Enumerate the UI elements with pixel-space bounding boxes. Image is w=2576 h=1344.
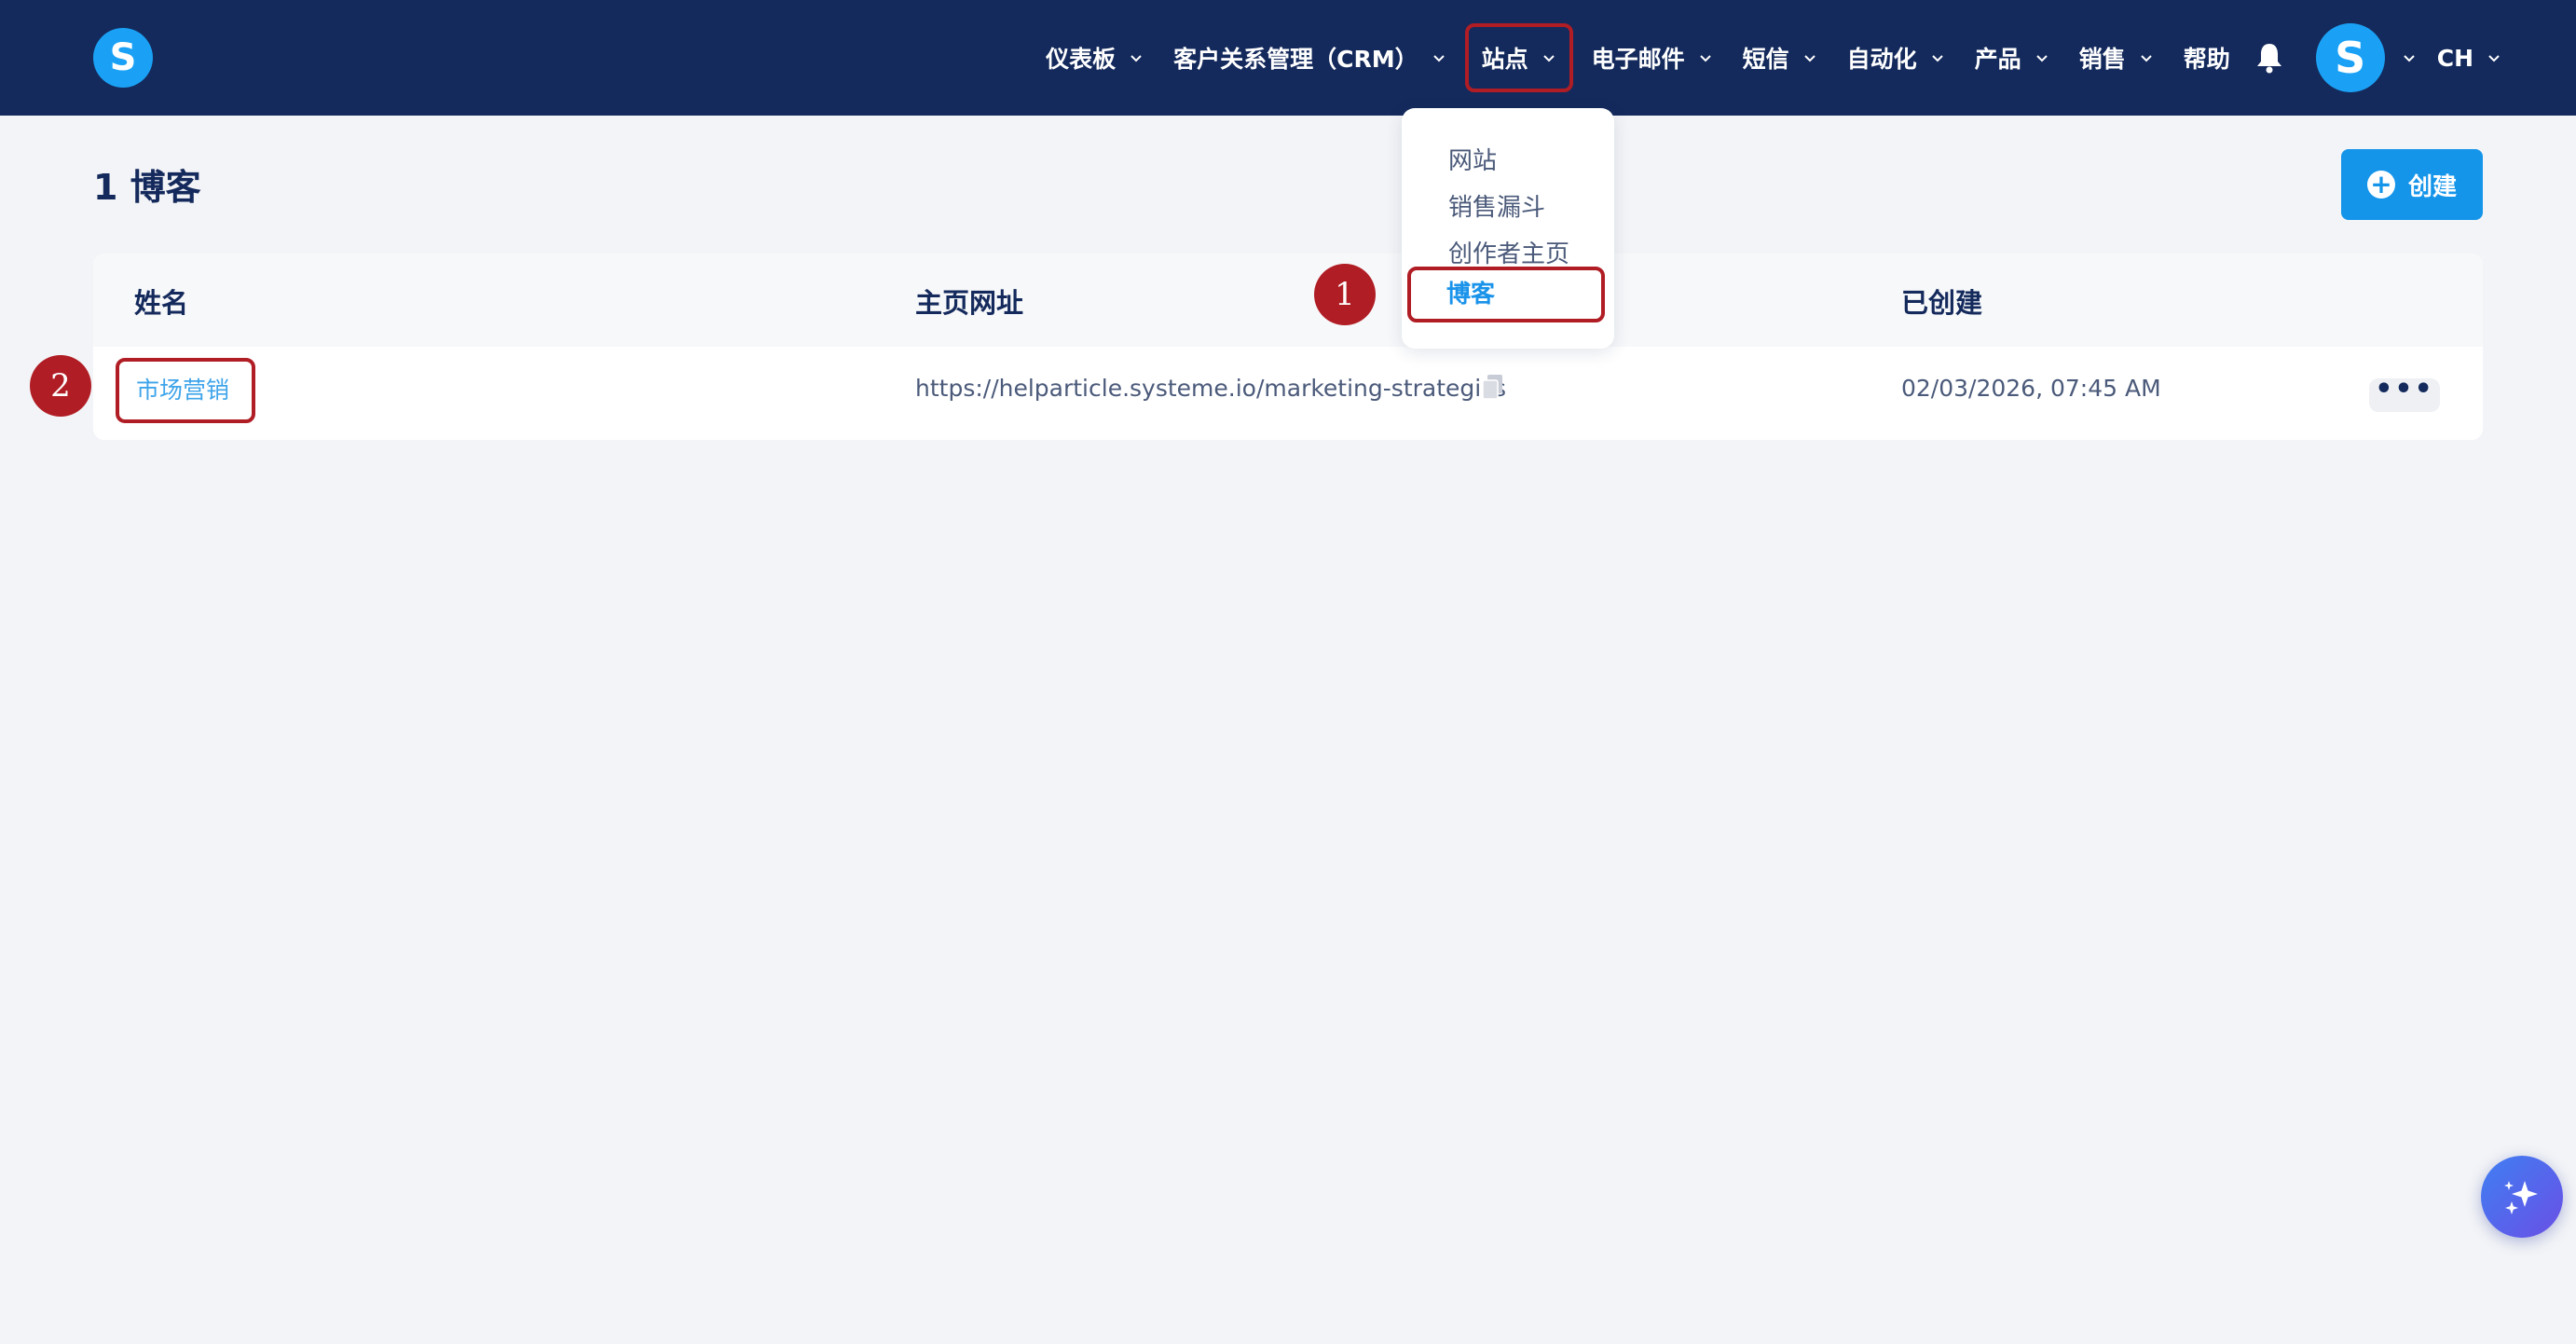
nav-label: 站点 xyxy=(1481,46,1528,73)
nav-label: 客户关系管理（CRM） xyxy=(1173,46,1418,73)
chevron-down-icon xyxy=(2035,55,2048,62)
language-selector[interactable]: CH xyxy=(2437,45,2501,72)
plus-circle-icon: + xyxy=(2366,171,2395,199)
nav-label: 自动化 xyxy=(1846,46,1917,73)
chevron-down-icon xyxy=(2488,55,2500,62)
nav-item-products[interactable]: 产品 xyxy=(1960,0,2064,116)
column-header-created: 已创建 xyxy=(1901,287,1983,319)
dropdown-item-funnels[interactable]: 销售漏斗 xyxy=(1448,188,1545,223)
chevron-down-icon xyxy=(1803,55,1816,62)
nav-label: 销售 xyxy=(2078,46,2126,73)
nav-item-crm[interactable]: 客户关系管理（CRM） xyxy=(1158,0,1460,116)
dropdown-item-websites[interactable]: 网站 xyxy=(1448,142,1497,176)
nav-item-email[interactable]: 电子邮件 xyxy=(1577,0,1728,116)
row-more-button[interactable]: ••• xyxy=(2369,376,2440,412)
sparkle-icon xyxy=(2504,1181,2538,1214)
create-button[interactable]: + 创建 xyxy=(2341,149,2483,220)
nav-item-help[interactable]: 帮助 xyxy=(2169,0,2245,116)
create-label: 创建 xyxy=(2407,172,2457,201)
table-header: 姓名 主页网址 已创建 xyxy=(93,254,2483,347)
table-row: 市场营销 https://helparticle.systeme.io/mark… xyxy=(93,347,2483,440)
annotation-marker-1: 1 xyxy=(1314,264,1376,325)
chevron-down-icon xyxy=(1542,55,1555,62)
blog-url: https://helparticle.systeme.io/marketing… xyxy=(915,375,1506,402)
nav-label: 帮助 xyxy=(2183,46,2230,73)
bell-icon[interactable] xyxy=(2254,41,2284,75)
chevron-down-icon[interactable] xyxy=(2402,50,2417,65)
dropdown-item-creator-homepage[interactable]: 创作者主页 xyxy=(1448,235,1569,269)
ai-assistant-button[interactable] xyxy=(2481,1156,2563,1238)
nav-label: 仪表板 xyxy=(1046,46,1117,73)
nav-item-sales[interactable]: 销售 xyxy=(2064,0,2169,116)
nav-item-dashboard[interactable]: 仪表板 xyxy=(1031,0,1158,116)
annotation-marker-2: 2 xyxy=(30,355,91,417)
language-label: CH xyxy=(2436,44,2473,72)
dropdown-item-blogs[interactable]: 博客 xyxy=(1407,267,1605,322)
nav-item-sites[interactable]: 站点 xyxy=(1464,23,1573,92)
nav-item-sms[interactable]: 短信 xyxy=(1728,0,1832,116)
main-nav: 仪表板 客户关系管理（CRM） 站点 电子邮件 短信 自动化 产品 销售 帮助 … xyxy=(1031,0,2501,116)
nav-label: 产品 xyxy=(1974,46,2021,73)
chevron-down-icon xyxy=(2140,55,2152,62)
top-navigation-bar: S 仪表板 客户关系管理（CRM） 站点 电子邮件 短信 自动化 产品 销售 帮… xyxy=(0,0,2576,116)
page-title: 1 博客 xyxy=(93,167,201,208)
chevron-down-icon xyxy=(1432,55,1445,62)
nav-item-automation[interactable]: 自动化 xyxy=(1832,0,1960,116)
column-header-url: 主页网址 xyxy=(915,287,1024,319)
blogs-table: 姓名 主页网址 已创建 市场营销 https://helparticle.sys… xyxy=(93,254,2483,440)
chevron-down-icon xyxy=(1699,55,1711,62)
blog-name-link[interactable]: 市场营销 xyxy=(116,358,255,423)
sites-dropdown-menu: 网站 销售漏斗 创作者主页 博客 xyxy=(1402,108,1614,349)
column-header-name: 姓名 xyxy=(134,287,189,319)
brand-logo[interactable]: S xyxy=(93,28,153,88)
chevron-down-icon xyxy=(1931,55,1943,62)
copy-icon[interactable] xyxy=(1482,375,1504,401)
nav-label: 短信 xyxy=(1742,46,1789,73)
nav-label: 电子邮件 xyxy=(1591,46,1685,73)
blog-created-date: 02/03/2026, 07:45 AM xyxy=(1901,375,2161,402)
user-avatar[interactable]: S xyxy=(2315,23,2385,92)
chevron-down-icon xyxy=(1130,55,1142,62)
